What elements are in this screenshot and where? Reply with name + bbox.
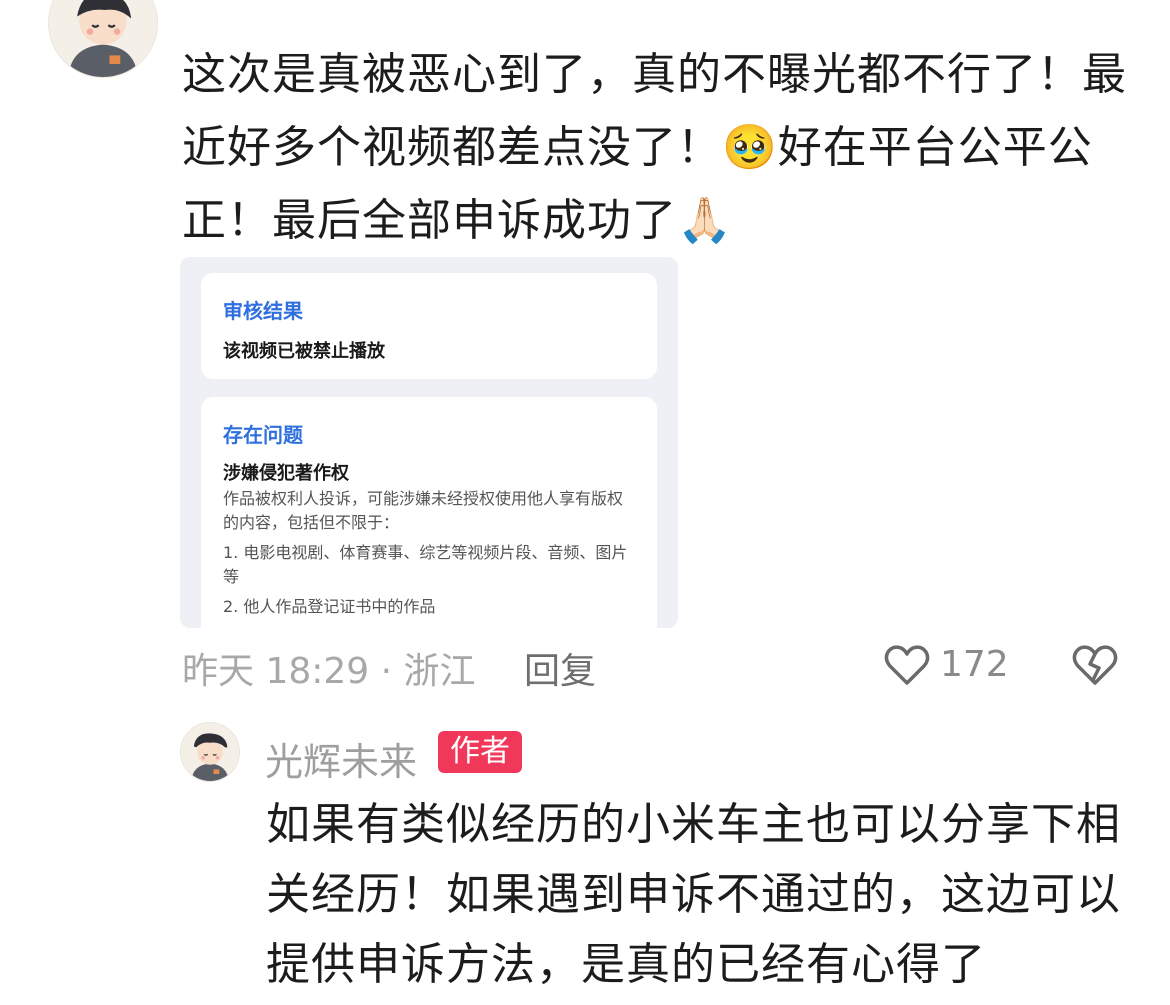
review-title: 审核结果 [223,299,303,323]
author-avatar[interactable] [180,722,240,782]
reply-text: 如果有类似经历的小米车主也可以分享下相关经历！如果遇到申诉不通过的，这边可以提供… [266,799,1121,990]
reply-button[interactable]: 回复 [524,642,596,694]
issue-description: 作品被权利人投诉，可能涉嫌未经授权使用他人享有版权的内容，包括但不限于： [223,489,624,532]
issue-card: 存在问题 涉嫌侵犯著作权 作品被权利人投诉，可能涉嫌未经授权使用他人享有版权的内… [201,397,657,628]
author-name[interactable]: 光辉未来 [265,731,417,786]
comment-text: 这次是真被恶心到了，真的不曝光都不行了！最近好多个视频都差点没了！🥹好在平台公平… [182,38,1142,257]
heart-outline-icon[interactable] [882,640,932,690]
issue-name: 涉嫌侵犯著作权 [223,463,349,484]
issue-title: 存在问题 [223,423,303,447]
pleading-face-emoji-icon: 🥹 [722,122,778,173]
user-avatar-icon [49,0,157,77]
broken-heart-icon[interactable] [1070,640,1120,690]
praying-hands-emoji-icon: 🙏🏻 [677,195,733,246]
comment-meta-row: 昨天 18:29 · 浙江 回复 172 [182,640,1142,692]
issue-item-1: 1. 电影电视剧、体育赛事、综艺等视频片段、音频、图片等 [223,543,628,586]
issue-item-2: 2. 他人作品登记证书中的作品 [223,597,436,616]
review-result: 该视频已被禁止播放 [223,341,385,362]
commenter-avatar[interactable] [48,0,158,78]
user-avatar-icon [181,723,239,781]
author-badge: 作者 [438,731,522,773]
comment-time-location: 昨天 18:29 · 浙江 [182,651,476,692]
review-result-card: 审核结果 该视频已被禁止播放 [201,273,657,379]
comment-attached-image[interactable]: 审核结果 该视频已被禁止播放 存在问题 涉嫌侵犯著作权 作品被权利人投诉，可能涉… [180,257,678,628]
like-count: 172 [940,644,1009,685]
